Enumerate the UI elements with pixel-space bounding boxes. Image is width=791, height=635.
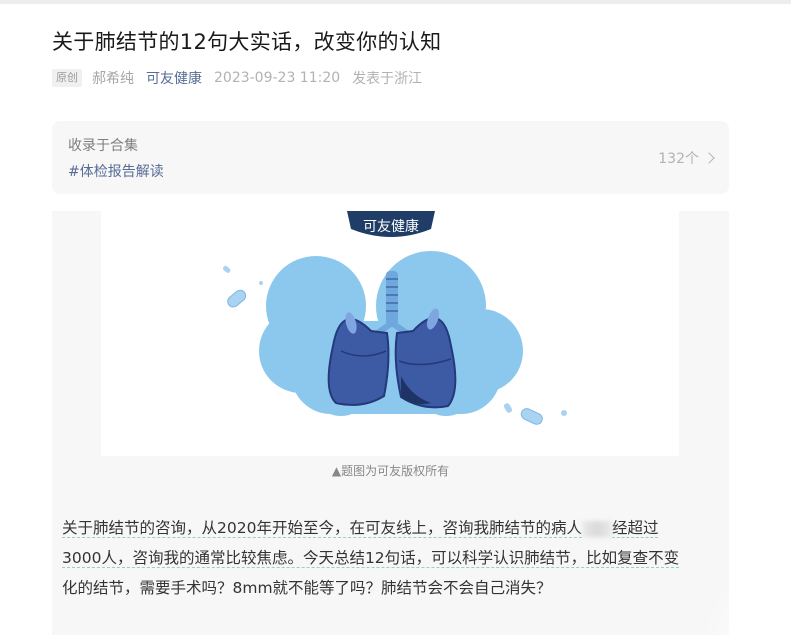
redacted-text	[581, 520, 612, 537]
body-line-1b: 经超过	[611, 519, 659, 538]
lung-illustration: 可友健康	[223, 211, 567, 425]
article-title: 关于肺结节的12句大实话，改变你的认知	[52, 30, 442, 54]
chevron-right-icon	[703, 152, 715, 164]
header-image[interactable]: 可友健康	[101, 211, 679, 456]
body-line-2: 3000人，咨询我的通常比较焦虑。今天总结12句话，可以科学认识肺结节，比如复查…	[62, 549, 680, 568]
article-meta: 原创 郝希纯 可友健康 2023-09-23 11:20 发表于浙江	[52, 68, 422, 88]
account-name-link[interactable]: 可友健康	[146, 68, 202, 88]
collection-card[interactable]: 收录于合集 #体检报告解读 132个	[52, 121, 729, 194]
collection-tag-link[interactable]: #体检报告解读	[68, 161, 164, 181]
original-badge: 原创	[52, 69, 82, 87]
author-name: 郝希纯	[92, 71, 134, 87]
collection-count-text: 132个	[658, 151, 699, 167]
publish-time: 2023-09-23 11:20	[214, 70, 341, 86]
collection-count[interactable]: 132个	[658, 148, 715, 168]
left-lung-shape	[327, 318, 390, 406]
collection-label: 收录于合集	[68, 138, 138, 154]
article-body-paragraph: 关于肺结节的咨询，从2020年开始至今，在可友线上，咨询我肺结节的病人 经超过 3…	[62, 513, 727, 603]
body-line-1a: 关于肺结节的咨询，从2020年开始至今，在可友线上，咨询我肺结节的病人	[62, 519, 582, 538]
publish-location: 发表于浙江	[352, 71, 423, 87]
image-caption: ▲题图为可友版权所有	[331, 464, 450, 478]
top-divider	[0, 0, 791, 4]
logo-badge-text: 可友健康	[363, 218, 419, 235]
body-line-3: 化的结节，需要手术吗？8mm就不能等了吗？肺结节会不会自己消失？	[62, 579, 552, 597]
